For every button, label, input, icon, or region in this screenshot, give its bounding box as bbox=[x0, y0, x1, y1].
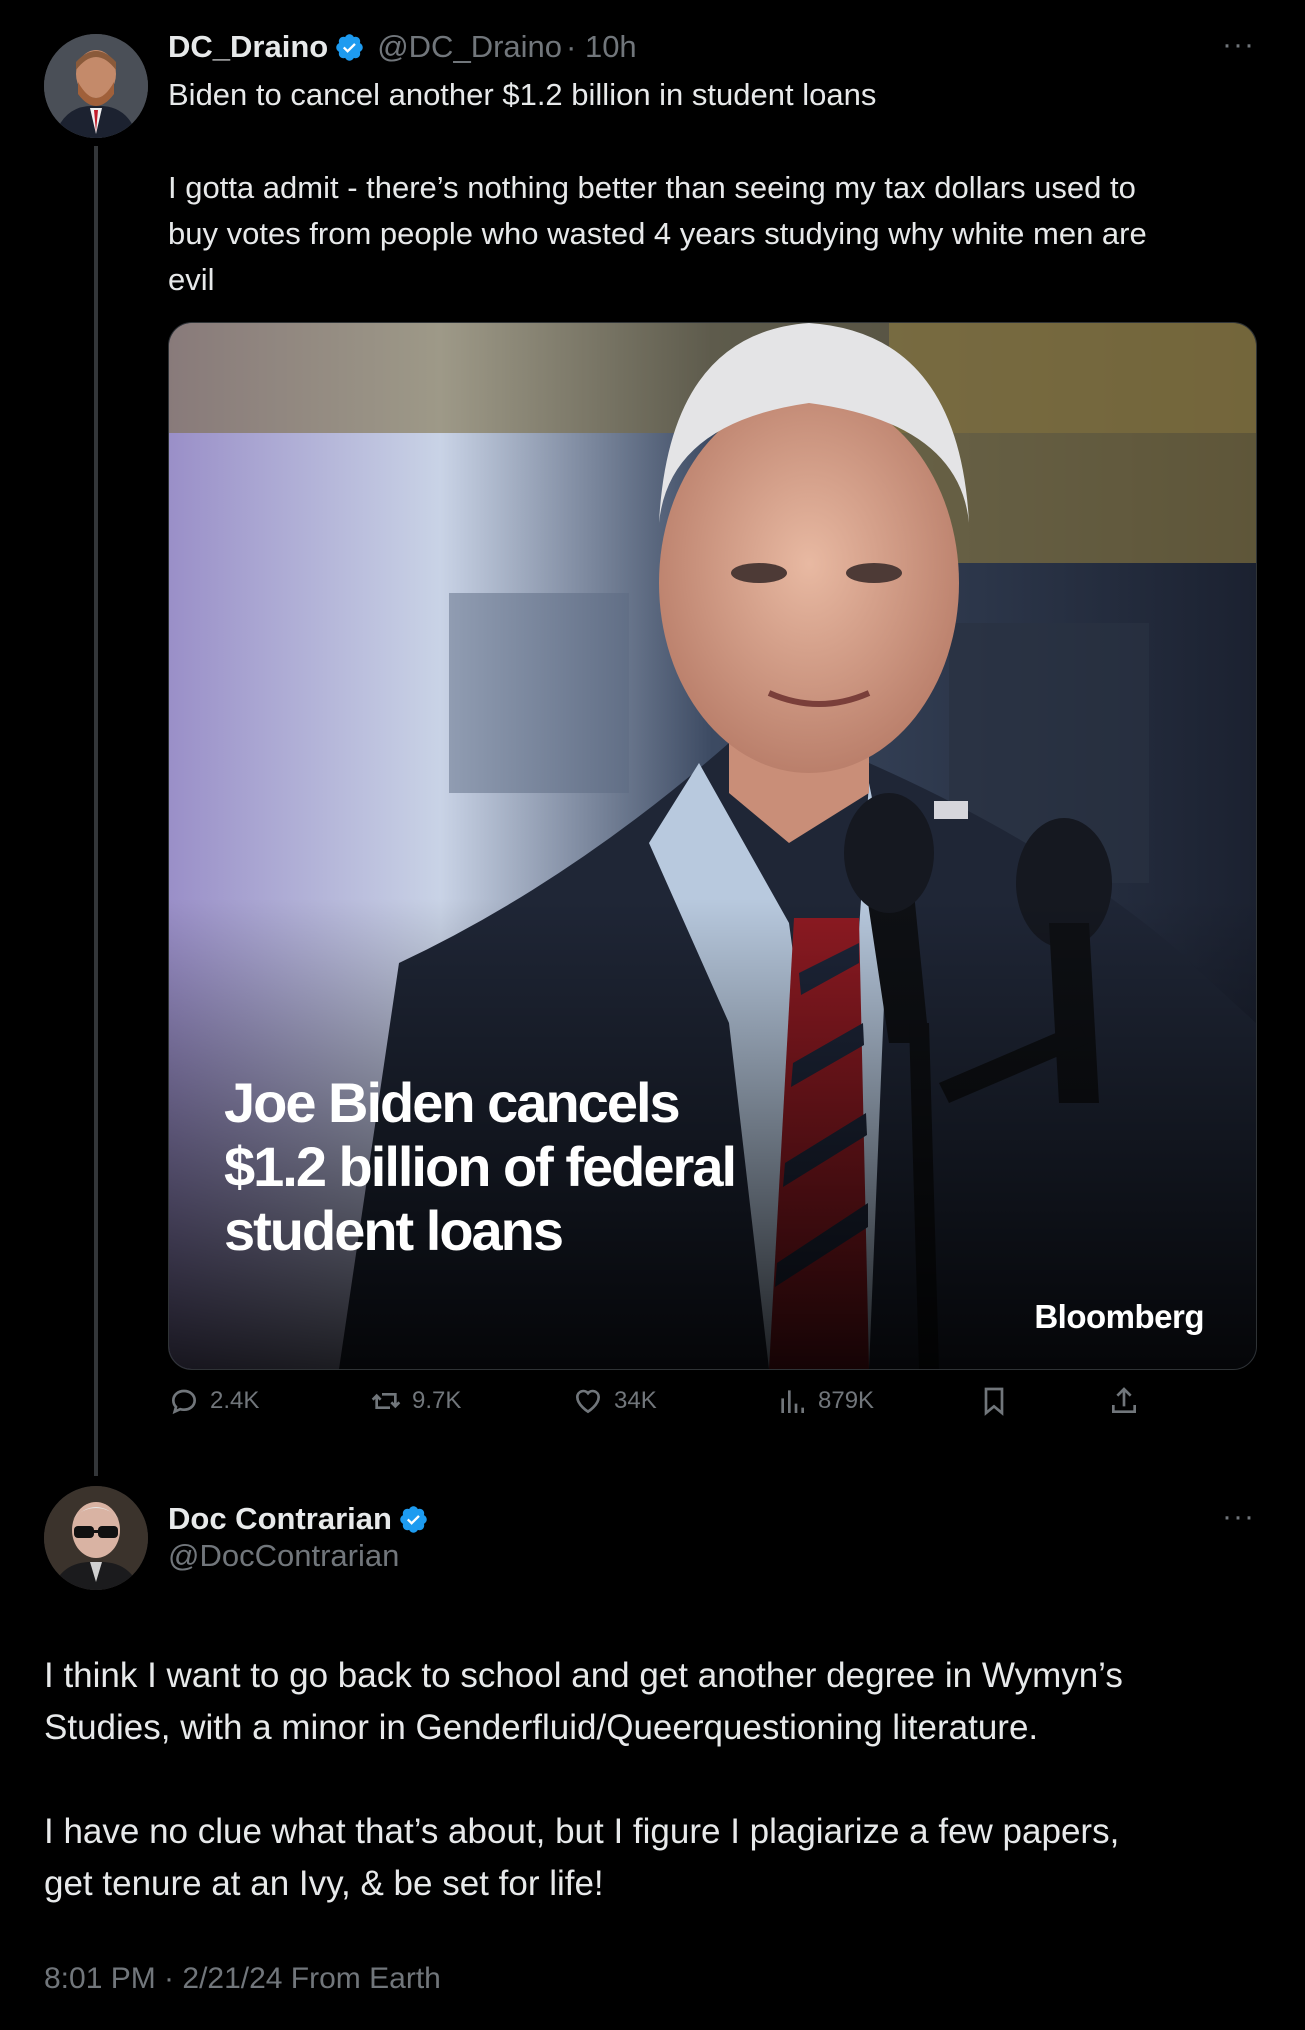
verified-badge-icon bbox=[400, 1505, 427, 1533]
tweet2-header: Doc Contrarian bbox=[168, 1496, 429, 1542]
author-name[interactable]: Doc Contrarian bbox=[168, 1501, 392, 1537]
heart-icon bbox=[575, 1389, 601, 1414]
repost-icon bbox=[371, 1393, 401, 1409]
analytics-icon bbox=[781, 1390, 804, 1413]
author-name[interactable]: DC_Draino bbox=[168, 29, 328, 65]
repost-count: 9.7K bbox=[412, 1387, 462, 1414]
reply-icon bbox=[171, 1389, 197, 1415]
tweet1-action-bar: 2.4K 9.7K 34K 879K bbox=[168, 1385, 1168, 1427]
views-button[interactable]: 879K bbox=[776, 1385, 874, 1417]
bookmark-icon bbox=[984, 1387, 1004, 1416]
author-handle[interactable]: @DC_Draino bbox=[377, 29, 562, 65]
share-button[interactable] bbox=[1108, 1385, 1150, 1417]
verified-badge-icon bbox=[336, 33, 363, 61]
more-options-icon[interactable]: ··· bbox=[1222, 1500, 1255, 1534]
share-icon bbox=[1112, 1387, 1136, 1413]
tweet2-timestamp-meta[interactable]: 8:01 PM · 2/21/24 From Earth bbox=[44, 1962, 441, 1996]
post-time[interactable]: · 10h bbox=[566, 29, 637, 65]
reply-button[interactable]: 2.4K bbox=[168, 1385, 259, 1417]
reply-count: 2.4K bbox=[210, 1387, 260, 1414]
more-options-icon[interactable]: ··· bbox=[1222, 28, 1255, 62]
avatar-dc-draino[interactable] bbox=[44, 34, 148, 138]
avatar-doc-contrarian[interactable] bbox=[44, 1486, 148, 1590]
media-headline: Joe Biden cancels $1.2 billion of federa… bbox=[224, 1071, 737, 1262]
tweet1-header: DC_Draino @DC_Draino · 10h bbox=[168, 24, 637, 70]
repost-button[interactable]: 9.7K bbox=[370, 1385, 461, 1417]
views-count: 879K bbox=[818, 1387, 875, 1414]
author-handle[interactable]: @DocContrarian bbox=[168, 1538, 399, 1574]
avatar-image bbox=[44, 1486, 148, 1590]
tweet2-text: I think I want to go back to school and … bbox=[44, 1656, 1123, 1903]
thread-connector-line bbox=[94, 146, 98, 1476]
like-button[interactable]: 34K bbox=[572, 1385, 657, 1417]
bookmark-button[interactable] bbox=[978, 1385, 1020, 1417]
tweet1-text-body: I gotta admit - there’s nothing better t… bbox=[168, 170, 1147, 297]
like-count: 34K bbox=[614, 1387, 657, 1414]
tweet1-media-image[interactable]: Joe Biden cancels $1.2 billion of federa… bbox=[168, 322, 1257, 1370]
media-brand-bloomberg: Bloomberg bbox=[1034, 1298, 1204, 1335]
avatar-image bbox=[44, 34, 148, 138]
tweet1-text-line1: Biden to cancel another $1.2 billion in … bbox=[168, 77, 877, 112]
